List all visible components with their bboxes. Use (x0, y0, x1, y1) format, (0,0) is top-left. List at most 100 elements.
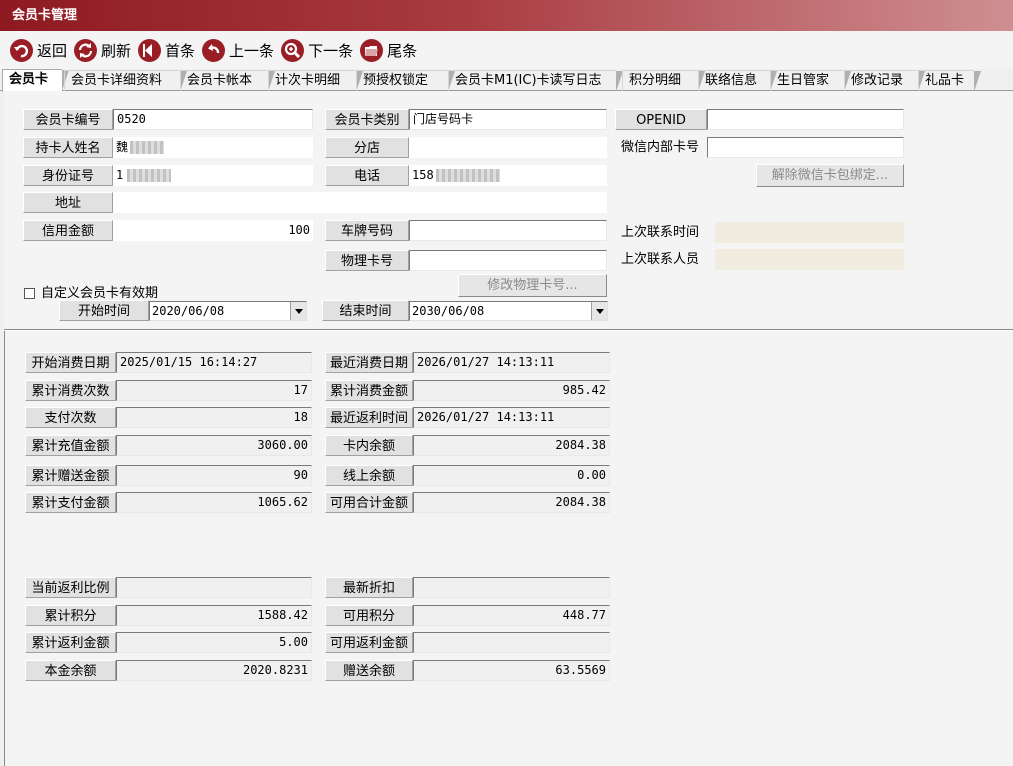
openid-field[interactable] (707, 109, 904, 130)
card-type-label: 会员卡类别 (325, 109, 409, 130)
toolbar: 返回 刷新 首条 上一条 下一条 尾条 (0, 31, 1013, 69)
refresh-button[interactable]: 刷新 (74, 36, 131, 64)
tab-preauth-lock[interactable]: 预授权锁定 (356, 70, 455, 92)
last-contact-person-field (715, 249, 904, 270)
back-label: 返回 (37, 41, 68, 60)
principal-balance-label: 本金余额 (25, 660, 116, 681)
tab-points-detail[interactable]: 积分明细 (622, 70, 705, 92)
rebate-total-field: 5.00 (116, 632, 312, 653)
consume-count-field: 17 (116, 380, 312, 401)
latest-discount-label: 最新折扣 (325, 577, 413, 598)
online-balance-label: 线上余额 (325, 465, 413, 486)
recharge-total-label: 累计充值金额 (25, 435, 116, 456)
tab-contact-info[interactable]: 联络信息 (698, 70, 777, 92)
custom-validity-checkbox[interactable] (24, 288, 35, 299)
card-balance-field: 2084.38 (413, 435, 610, 456)
gift-total-label: 累计赠送金额 (25, 465, 116, 486)
last-record-label: 尾条 (387, 41, 418, 60)
first-consume-field: 2025/01/15 16:14:27 (116, 352, 312, 373)
physical-card-field[interactable] (409, 250, 607, 271)
branch-field[interactable] (409, 137, 607, 158)
recharge-total-field: 3060.00 (116, 435, 312, 456)
wechat-card-field[interactable] (707, 137, 904, 158)
window-title: 会员卡管理 (0, 0, 1013, 31)
last-contact-time-field (715, 222, 904, 243)
holder-name-label: 持卡人姓名 (23, 137, 113, 158)
tab-change-log[interactable]: 修改记录 (844, 70, 925, 92)
gift-balance-label: 赠送余额 (325, 660, 413, 681)
unbind-wechat-button[interactable]: 解除微信卡包绑定... (756, 164, 904, 187)
wechat-card-label: 微信内部卡号 (621, 140, 700, 155)
pay-count-label: 支付次数 (25, 407, 116, 428)
rebate-ratio-label: 当前返利比例 (25, 577, 116, 598)
consume-amount-label: 累计消费金额 (325, 380, 413, 401)
card-type-field[interactable]: 门店号码卡 (409, 109, 607, 130)
tab-birthday[interactable]: 生日管家 (770, 70, 851, 92)
id-number-label: 身份证号 (23, 165, 113, 186)
redacted-mask (435, 169, 500, 182)
phone-value: 158 (412, 168, 434, 182)
modify-physical-card-button[interactable]: 修改物理卡号... (458, 274, 607, 297)
last-rebate-time-field: 2026/01/27 14:13:11 (413, 407, 610, 428)
redacted-mask (127, 169, 172, 182)
id-number-value: 1 (116, 168, 124, 182)
online-balance-field: 0.00 (413, 465, 610, 486)
next-record-button[interactable]: 下一条 (281, 36, 353, 64)
refresh-label: 刷新 (101, 41, 132, 60)
available-rebate-label: 可用返利金额 (325, 632, 413, 653)
consume-amount-field: 985.42 (413, 380, 610, 401)
openid-label: OPENID (615, 109, 707, 130)
phone-label: 电话 (325, 165, 409, 186)
first-consume-label: 开始消费日期 (25, 352, 116, 373)
redacted-mask (130, 141, 165, 154)
dropdown-arrow-icon[interactable] (591, 302, 607, 320)
available-total-field: 2084.38 (413, 492, 610, 513)
last-contact-person-label: 上次联系人员 (621, 252, 700, 267)
rebate-total-label: 累计返利金额 (25, 632, 116, 653)
latest-discount-field (413, 577, 610, 598)
tab-card-ledger[interactable]: 会员卡帐本 (180, 70, 275, 92)
rebate-ratio-field (116, 577, 312, 598)
dropdown-arrow-icon[interactable] (290, 302, 306, 320)
available-rebate-field (413, 632, 610, 653)
available-points-field: 448.77 (413, 605, 610, 626)
end-date-picker[interactable]: 2030/06/08 (409, 301, 608, 321)
available-total-label: 可用合计金额 (325, 492, 413, 513)
physical-card-label: 物理卡号 (325, 250, 409, 271)
plate-label: 车牌号码 (325, 220, 409, 241)
start-date-picker[interactable]: 2020/06/08 (149, 301, 307, 321)
previous-record-label: 上一条 (229, 41, 275, 60)
tab-count-card[interactable]: 计次卡明细 (268, 70, 363, 92)
holder-name-field[interactable]: 魏 (113, 137, 313, 158)
first-record-button[interactable]: 首条 (138, 36, 195, 64)
credit-field[interactable]: 100 (113, 220, 313, 241)
start-date-value: 2020/06/08 (152, 304, 225, 318)
last-record-button[interactable]: 尾条 (360, 36, 417, 64)
tab-member-card[interactable]: 会员卡 (2, 69, 69, 92)
last-consume-field: 2026/01/27 14:13:11 (413, 352, 610, 373)
gift-total-field: 90 (116, 465, 312, 486)
last-consume-label: 最近消费日期 (325, 352, 413, 373)
address-field[interactable] (113, 192, 607, 213)
previous-record-button[interactable]: 上一条 (202, 36, 274, 64)
end-date-value: 2030/06/08 (412, 304, 485, 318)
last-rebate-time-label: 最近返利时间 (325, 407, 413, 428)
plate-field[interactable] (409, 220, 607, 241)
tab-strip: 会员卡 会员卡详细资料 会员卡帐本 计次卡明细 预授权锁定 会员卡M1(IC)卡… (0, 69, 1013, 92)
tab-m1-log[interactable]: 会员卡M1(IC)卡读写日志 (448, 70, 623, 92)
end-date-label: 结束时间 (322, 300, 409, 321)
tab-gift-card[interactable]: 礼品卡 (918, 70, 981, 92)
points-total-label: 累计积分 (25, 605, 116, 626)
credit-label: 信用金额 (23, 220, 113, 241)
card-no-field[interactable]: 0520 (113, 109, 313, 130)
gift-balance-field: 63.5569 (413, 660, 610, 681)
tab-card-details[interactable]: 会员卡详细资料 (64, 70, 187, 92)
pay-total-field: 1065.62 (116, 492, 312, 513)
principal-balance-field: 2020.8231 (116, 660, 312, 681)
phone-field[interactable]: 158 (409, 165, 607, 186)
id-number-field[interactable]: 1 (113, 165, 313, 186)
holder-name-value: 魏 (116, 140, 129, 154)
address-label: 地址 (23, 192, 113, 213)
start-date-label: 开始时间 (59, 300, 149, 321)
back-button[interactable]: 返回 (10, 36, 67, 64)
